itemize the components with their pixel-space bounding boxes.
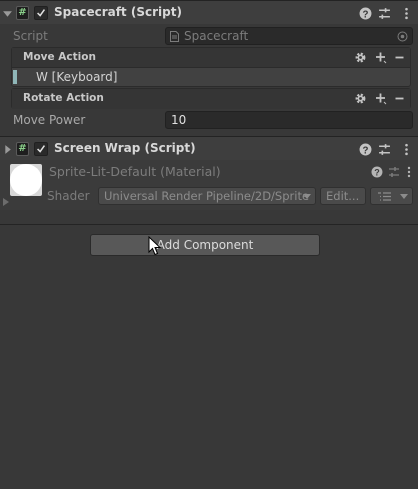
move-binding-label[interactable]: W [Keyboard] [36, 70, 117, 84]
add-component-button[interactable]: Add Component [90, 234, 320, 256]
kebab-menu-icon[interactable] [400, 143, 413, 156]
svg-text:?: ? [363, 9, 369, 20]
component-title: Screen Wrap (Script) [54, 141, 196, 155]
kebab-menu-icon[interactable] [400, 7, 413, 20]
rotate-action-title: Rotate Action [23, 92, 104, 104]
chevron-down-icon [400, 194, 408, 199]
component-title: Spacecraft (Script) [54, 5, 182, 19]
spacecraft-component-header[interactable]: # Spacecraft (Script) ? [0, 0, 418, 24]
chevron-down-icon [303, 194, 311, 199]
gear-icon[interactable] [354, 51, 367, 64]
help-icon[interactable]: ? [359, 143, 372, 156]
presets-icon[interactable] [378, 7, 391, 20]
svg-text:?: ? [363, 145, 369, 156]
presets-icon[interactable] [378, 143, 391, 156]
minus-icon[interactable] [394, 51, 405, 64]
shader-dropdown[interactable]: Universal Render Pipeline/2D/Sprite [98, 187, 316, 205]
checkmark-icon [37, 145, 46, 153]
enabled-checkbox[interactable] [34, 6, 48, 20]
move-power-label: Move Power [13, 113, 86, 127]
screen-wrap-component-header[interactable]: # Screen Wrap (Script) ? [0, 136, 418, 160]
help-icon[interactable]: ? [359, 7, 372, 20]
foldout-collapsed-icon[interactable] [2, 197, 10, 207]
object-picker-icon[interactable] [397, 31, 408, 42]
move-action-header: Move Action [12, 48, 410, 68]
material-name: Sprite-Lit-Default (Material) [49, 164, 221, 179]
script-object-field[interactable]: Spacecraft [165, 27, 413, 45]
svg-text:?: ? [374, 168, 380, 178]
shader-edit-button[interactable]: Edit... [320, 187, 366, 205]
plus-icon[interactable] [374, 92, 387, 105]
script-icon: # [16, 142, 29, 156]
checkmark-icon [37, 9, 46, 17]
presets-icon[interactable] [388, 166, 400, 178]
script-file-icon [170, 31, 179, 42]
mouse-cursor-icon [148, 236, 162, 256]
move-action-box: Move Action W [Keyboard] [11, 47, 411, 87]
plus-icon[interactable] [374, 51, 387, 64]
foldout-collapsed-icon[interactable] [2, 144, 13, 155]
minus-icon[interactable] [394, 92, 405, 105]
help-icon[interactable]: ? [371, 166, 383, 178]
rotate-action-header: Rotate Action [12, 89, 410, 109]
rotate-action-box: Rotate Action [11, 88, 411, 109]
shader-value: Universal Render Pipeline/2D/Sprite [104, 189, 310, 203]
foldout-expanded-icon[interactable] [2, 8, 13, 19]
move-power-field[interactable]: 10 [165, 111, 413, 129]
material-section: Sprite-Lit-Default (Material) ? Shader U… [0, 160, 418, 210]
move-action-title: Move Action [23, 51, 96, 63]
list-icon [378, 192, 391, 201]
section-divider [0, 224, 418, 225]
kebab-menu-icon[interactable] [404, 166, 414, 178]
script-icon: # [16, 6, 29, 20]
script-value: Spacecraft [184, 29, 249, 43]
gear-icon[interactable] [354, 92, 367, 105]
script-label: Script [13, 29, 48, 43]
material-preview-thumbnail[interactable] [10, 164, 42, 196]
shader-options-button[interactable] [370, 187, 413, 205]
binding-accent-bar [13, 70, 17, 84]
enabled-checkbox[interactable] [34, 142, 48, 156]
shader-label: Shader [47, 189, 90, 203]
